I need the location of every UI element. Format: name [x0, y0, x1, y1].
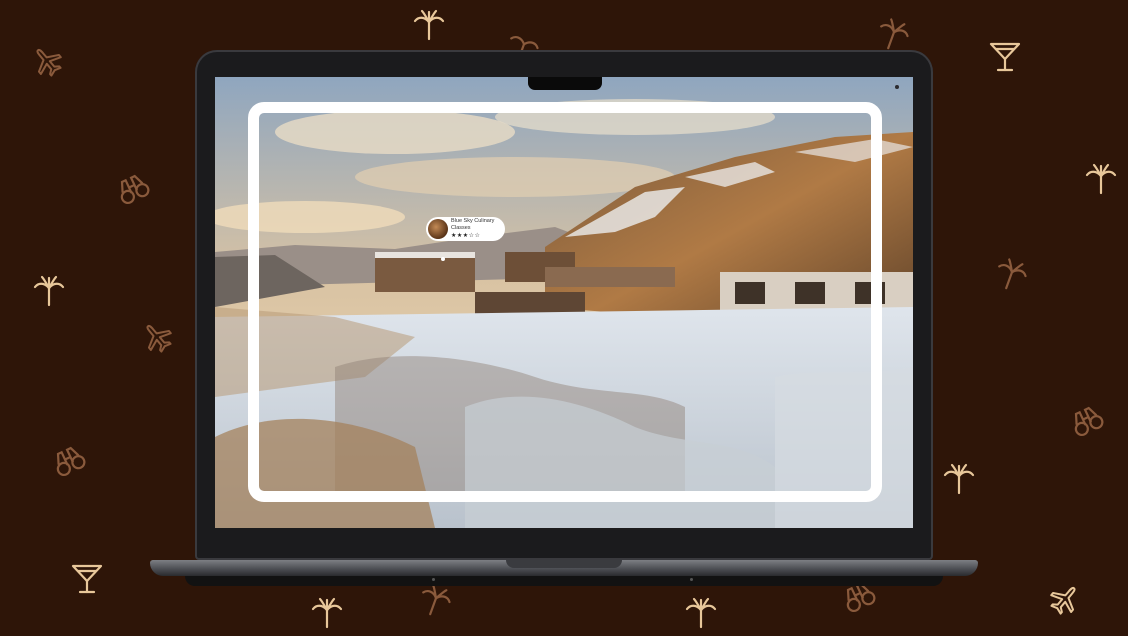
palm-tree-icon: [1084, 162, 1118, 196]
airplane-icon: [1041, 575, 1089, 623]
star-rating: ★★★☆☆: [451, 233, 481, 239]
binoculars-icon: [1064, 398, 1109, 443]
airplane-icon: [133, 313, 181, 361]
cocktail-glass-icon: [70, 562, 104, 596]
palm-tree-icon: [310, 596, 344, 630]
laptop-foot: [432, 578, 435, 581]
airplane-icon: [23, 37, 71, 85]
laptop-base: [150, 560, 978, 576]
hotspot-card[interactable]: Blue Sky Culinary Classes ★★★☆☆: [426, 217, 505, 241]
hotspot-title: Blue Sky Culinary Classes: [451, 218, 495, 231]
laptop-lid: Blue Sky Culinary Classes ★★★☆☆: [195, 50, 933, 560]
camera-notch: [528, 77, 899, 90]
laptop-foot: [690, 578, 693, 581]
palm-tree-icon: [684, 596, 718, 630]
binoculars-icon: [46, 438, 91, 483]
laptop-screen: Blue Sky Culinary Classes ★★★☆☆: [215, 77, 913, 528]
palm-tree-icon: [942, 462, 976, 496]
cocktail-glass-icon: [988, 40, 1022, 74]
hotspot-thumbnail: [428, 219, 448, 239]
trackpad-notch: [506, 560, 622, 568]
viewport-frame: [248, 102, 882, 502]
palm-tree-icon: [989, 253, 1033, 297]
hotspot-marker[interactable]: [441, 257, 445, 261]
webcam-icon: [895, 85, 899, 89]
binoculars-icon: [110, 166, 155, 211]
palm-tree-icon: [412, 8, 446, 42]
laptop-base-shadow: [185, 576, 943, 586]
palm-tree-icon: [32, 274, 66, 308]
